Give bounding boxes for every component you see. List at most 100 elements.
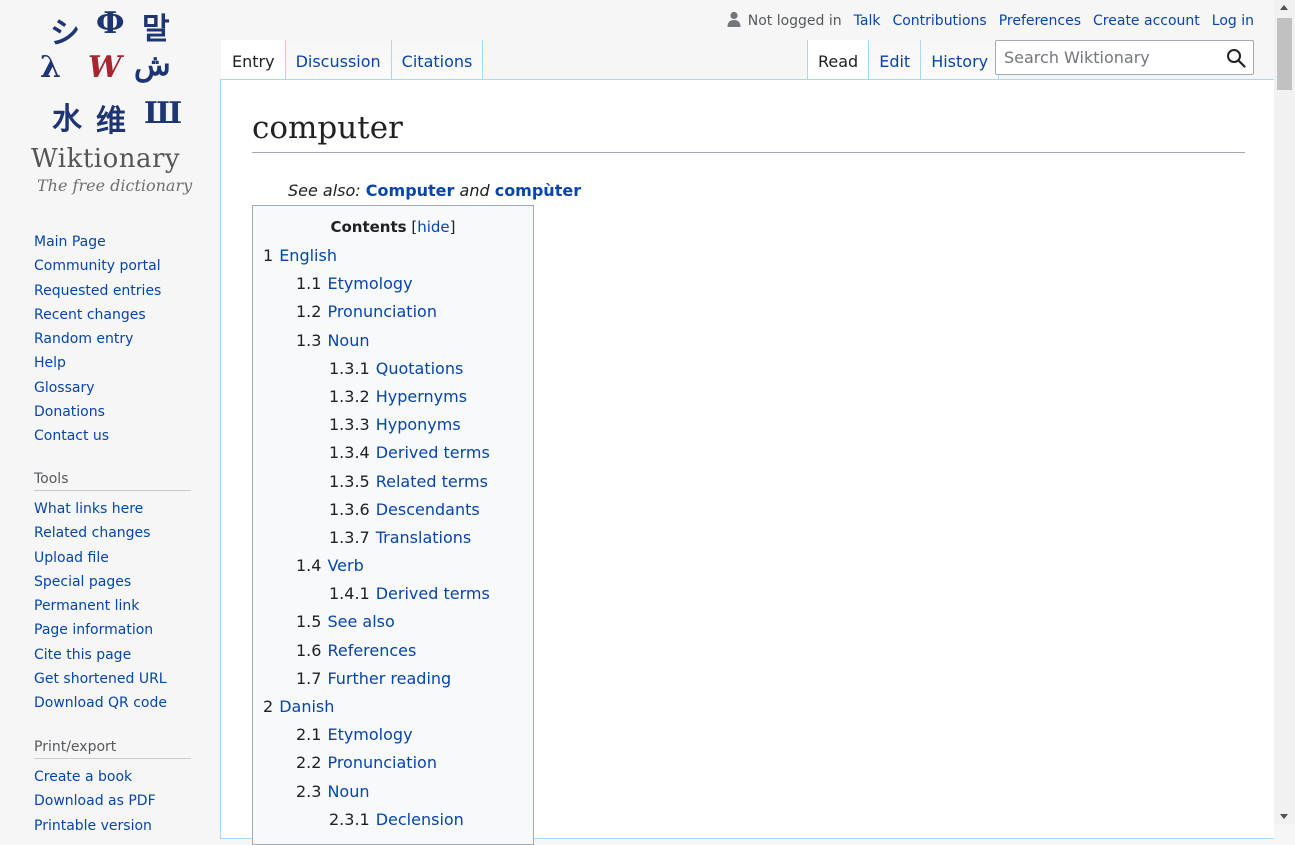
toc-link[interactable]: 1.4 Verb <box>296 556 364 575</box>
toc-item[interactable]: 1.2 Pronunciation <box>263 298 523 326</box>
sidebar-item[interactable]: Contact us <box>34 424 191 448</box>
toc-link[interactable]: 1.1 Etymology <box>296 274 413 293</box>
toc-item[interactable]: 2.2 Pronunciation <box>263 749 523 777</box>
sidebar-link-page-information[interactable]: Page information <box>34 622 153 638</box>
toc-item[interactable]: 1.4.1 Derived terms <box>263 580 523 608</box>
scroll-up-icon[interactable] <box>1280 5 1288 10</box>
toc-item[interactable]: 1.3 Noun <box>263 327 523 355</box>
toc-link[interactable]: 1.4.1 Derived terms <box>329 584 490 603</box>
sidebar-item[interactable]: What links here <box>34 497 191 521</box>
sidebar-link-main-page[interactable]: Main Page <box>34 234 106 250</box>
sidebar-link-create-a-book[interactable]: Create a book <box>34 769 132 785</box>
toc-item[interactable]: 1.3.2 Hypernyms <box>263 383 523 411</box>
tab-edit[interactable]: Edit <box>869 40 922 80</box>
create-account-link[interactable]: Create account <box>1093 13 1200 29</box>
log-in-link[interactable]: Log in <box>1212 13 1254 29</box>
toc-link[interactable]: 1.2 Pronunciation <box>296 302 437 321</box>
toc-link[interactable]: 1.3.1 Quotations <box>329 359 463 378</box>
sidebar-item[interactable]: Community portal <box>34 254 191 278</box>
toc-link[interactable]: 1.3.4 Derived terms <box>329 443 490 462</box>
toc-link[interactable]: 1.3.5 Related terms <box>329 472 488 491</box>
sidebar-link-help[interactable]: Help <box>34 355 66 371</box>
toc-hide-toggle[interactable]: hide <box>417 218 449 236</box>
sidebar-link-contact-us[interactable]: Contact us <box>34 428 109 444</box>
toc-item[interactable]: 1.3.7 Translations <box>263 524 523 552</box>
scrollbar[interactable] <box>1274 0 1295 824</box>
toc-link[interactable]: 2.1 Etymology <box>296 725 413 744</box>
search-icon[interactable] <box>1226 48 1246 68</box>
toc-link[interactable]: 1.3.7 Translations <box>329 528 471 547</box>
tab-citations[interactable]: Citations <box>391 40 484 80</box>
toc-link[interactable]: 2.3.1 Declension <box>329 810 464 829</box>
toc-link[interactable]: 1.3.2 Hypernyms <box>329 387 467 406</box>
toc-item[interactable]: 1.3.4 Derived terms <box>263 439 523 467</box>
sidebar-item[interactable]: Recent changes <box>34 303 191 327</box>
sidebar-link-get-shortened-url[interactable]: Get shortened URL <box>34 671 167 687</box>
sidebar-link-printable-version[interactable]: Printable version <box>34 818 152 834</box>
tab-entry[interactable]: Entry <box>221 40 286 80</box>
toc-item[interactable]: 2 Danish <box>263 693 523 721</box>
sidebar-item[interactable]: Random entry <box>34 327 191 351</box>
toc-link[interactable]: 1.3.3 Hyponyms <box>329 415 461 434</box>
sidebar-link-special-pages[interactable]: Special pages <box>34 574 131 590</box>
sidebar-item[interactable]: Create a book <box>34 765 191 789</box>
sidebar-link-cite-this-page[interactable]: Cite this page <box>34 647 131 663</box>
sidebar-item[interactable]: Permanent link <box>34 594 191 618</box>
sidebar-item[interactable]: Main Page <box>34 230 191 254</box>
sidebar-link-permanent-link[interactable]: Permanent link <box>34 598 139 614</box>
sidebar-item[interactable]: Get shortened URL <box>34 667 191 691</box>
tab-label[interactable]: Discussion <box>296 52 381 71</box>
toc-item[interactable]: 1 English <box>263 242 523 270</box>
toc-item[interactable]: 1.6 References <box>263 637 523 665</box>
talk-link[interactable]: Talk <box>854 13 881 29</box>
sidebar-item[interactable]: Special pages <box>34 570 191 594</box>
search-input[interactable] <box>996 41 1216 74</box>
scrollbar-thumb[interactable] <box>1277 18 1292 90</box>
sidebar-link-upload-file[interactable]: Upload file <box>34 550 109 566</box>
preferences-link[interactable]: Preferences <box>999 13 1081 29</box>
contributions-link[interactable]: Contributions <box>892 13 986 29</box>
sidebar-item[interactable]: Page information <box>34 618 191 642</box>
sidebar-link-what-links-here[interactable]: What links here <box>34 501 143 517</box>
toc-link[interactable]: 2 Danish <box>263 697 334 716</box>
see-also-link-computer-accented[interactable]: compùter <box>495 181 581 200</box>
sidebar-item[interactable]: Glossary <box>34 376 191 400</box>
toc-item[interactable]: 2.3.1 Declension <box>263 806 523 834</box>
toc-link[interactable]: 1 English <box>263 246 337 265</box>
sidebar-item[interactable]: Cite this page <box>34 643 191 667</box>
toc-link[interactable]: 2.3 Noun <box>296 782 370 801</box>
toc-link[interactable]: 1.3.6 Descendants <box>329 500 480 519</box>
sidebar-link-requested-entries[interactable]: Requested entries <box>34 283 161 299</box>
toc-item[interactable]: 1.3.3 Hyponyms <box>263 411 523 439</box>
scroll-down-icon[interactable] <box>1280 814 1288 819</box>
toc-item[interactable]: 1.1 Etymology <box>263 270 523 298</box>
toc-item[interactable]: 1.7 Further reading <box>263 665 523 693</box>
sidebar-link-recent-changes[interactable]: Recent changes <box>34 307 146 323</box>
see-also-link-computer[interactable]: Computer <box>366 181 455 200</box>
sidebar-link-download-as-pdf[interactable]: Download as PDF <box>34 793 156 809</box>
sidebar-link-random-entry[interactable]: Random entry <box>34 331 133 347</box>
toc-link[interactable]: 1.5 See also <box>296 612 395 631</box>
toc-item[interactable]: 1.5 See also <box>263 608 523 636</box>
toc-item[interactable]: 1.3.5 Related terms <box>263 468 523 496</box>
sidebar-link-community-portal[interactable]: Community portal <box>34 258 161 274</box>
tab-label[interactable]: History <box>931 52 988 71</box>
toc-item[interactable]: 2.3 Noun <box>263 778 523 806</box>
toc-item[interactable]: 2.1 Etymology <box>263 721 523 749</box>
sidebar-item[interactable]: Download QR code <box>34 691 191 715</box>
sidebar-item[interactable]: Related changes <box>34 521 191 545</box>
site-logo[interactable]: シ Ф 말 λ W ش 水 维 Ш Wiktionary The free di… <box>0 0 220 210</box>
sidebar-item[interactable]: Upload file <box>34 546 191 570</box>
sidebar-item[interactable]: Download as PDF <box>34 789 191 813</box>
sidebar-item[interactable]: Donations <box>34 400 191 424</box>
sidebar-item[interactable]: Printable version <box>34 814 191 838</box>
toc-link[interactable]: 1.7 Further reading <box>296 669 451 688</box>
sidebar-item[interactable]: Requested entries <box>34 279 191 303</box>
tab-discussion[interactable]: Discussion <box>285 40 392 80</box>
toc-link[interactable]: 2.2 Pronunciation <box>296 753 437 772</box>
sidebar-link-download-qr-code[interactable]: Download QR code <box>34 695 167 711</box>
toc-item[interactable]: 1.4 Verb <box>263 552 523 580</box>
toc-item[interactable]: 1.3.1 Quotations <box>263 355 523 383</box>
tab-history[interactable]: History <box>921 40 1000 80</box>
sidebar-link-donations[interactable]: Donations <box>34 404 105 420</box>
